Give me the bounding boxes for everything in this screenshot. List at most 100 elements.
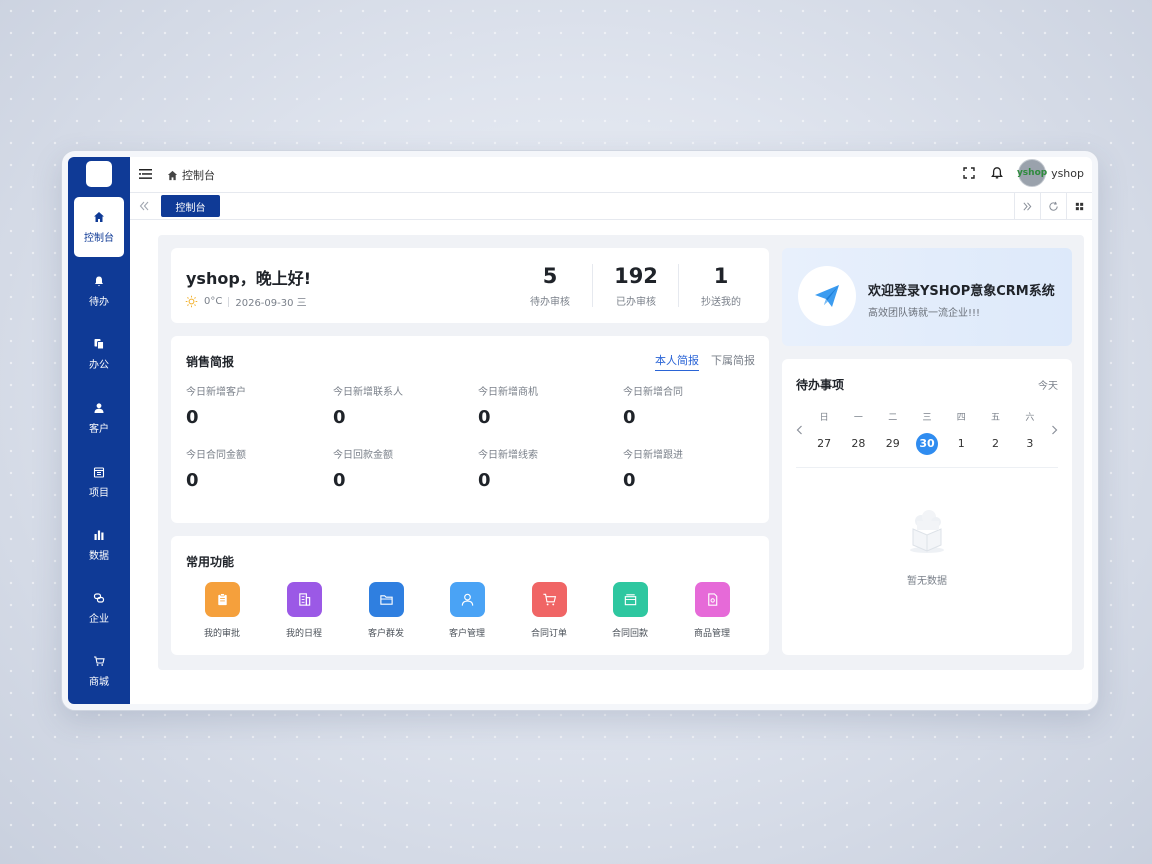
- fullscreen-icon[interactable]: [962, 166, 976, 180]
- tab-subordinate-summary[interactable]: 下属简报: [711, 352, 755, 371]
- sidebar-item-project[interactable]: 项目: [68, 457, 130, 507]
- functions-title: 常用功能: [186, 555, 235, 569]
- calendar-day-selected[interactable]: 30: [910, 433, 944, 455]
- tabs-bar: 控制台: [130, 193, 1092, 220]
- function-my-schedule[interactable]: 我的日程: [269, 582, 339, 639]
- metric-new-opportunities: 今日新增商机 0: [478, 383, 608, 428]
- breadcrumb[interactable]: 控制台: [167, 167, 215, 183]
- metric-payment-amount: 今日回款金额 0: [333, 446, 463, 491]
- function-label: 客户群发: [367, 629, 404, 639]
- function-icon-box: [286, 582, 322, 617]
- sales-title: 销售简报: [186, 355, 235, 369]
- double-chevron-left-icon[interactable]: [138, 200, 150, 212]
- tab-dashboard[interactable]: 控制台: [161, 195, 220, 217]
- function-icon-box: [204, 582, 240, 617]
- function-label: 客户管理: [448, 629, 485, 639]
- sidebar-item-mall[interactable]: 商城: [68, 646, 130, 696]
- wallet-icon: [624, 594, 636, 606]
- avatar: yshop: [1016, 159, 1048, 187]
- sidebar-item-label: 待办: [89, 296, 109, 308]
- user-icon: [94, 402, 104, 413]
- app-logo[interactable]: [86, 161, 112, 187]
- chevron-left-icon[interactable]: [794, 424, 806, 436]
- refresh-icon: [1049, 201, 1058, 211]
- chevron-right-icon[interactable]: [1048, 424, 1060, 436]
- greeting-title: yshop，晚上好!: [186, 269, 312, 288]
- sidebar-item-office[interactable]: 办公: [68, 329, 130, 379]
- sidebar-item-label: 数据: [89, 550, 109, 562]
- tabs-tools: [1014, 193, 1092, 219]
- weekday-label: 一: [853, 413, 863, 423]
- document-icon: [707, 593, 717, 606]
- stat-done-review[interactable]: 192 已办审核: [593, 264, 679, 308]
- greeting-card: yshop，晚上好! 0°C 2026-09-30 三 5 待办审核 192 已…: [171, 248, 769, 323]
- function-my-approval[interactable]: 我的审批: [187, 582, 257, 639]
- menu-toggle-icon[interactable]: [139, 168, 152, 180]
- metric-value: 0: [623, 470, 636, 491]
- user-menu[interactable]: yshop yshop: [1016, 159, 1084, 187]
- home-icon: [167, 170, 178, 180]
- header-actions: yshop yshop: [962, 159, 1084, 187]
- bar-chart-icon: [94, 530, 104, 540]
- paper-plane-icon: [815, 285, 839, 307]
- metric-value: 0: [478, 407, 491, 428]
- stat-cc-to-me[interactable]: 1 抄送我的: [678, 264, 764, 308]
- sidebar-item-dashboard[interactable]: 控制台: [74, 197, 124, 257]
- avatar-text: yshop: [1016, 168, 1048, 178]
- person-icon: [461, 593, 473, 606]
- calendar-day[interactable]: 28: [841, 433, 875, 455]
- weekday-label: 五: [991, 413, 1001, 423]
- sidebar-item-enterprise[interactable]: 企业: [68, 583, 130, 633]
- calendar-day[interactable]: 29: [876, 433, 910, 455]
- function-customer-broadcast[interactable]: 客户群发: [351, 582, 421, 639]
- sidebar-item-todo[interactable]: 待办: [68, 266, 130, 316]
- calendar-day[interactable]: 2: [978, 433, 1012, 455]
- tabs-scroll-right-button[interactable]: [1014, 193, 1040, 219]
- calendar-day[interactable]: 3: [1013, 433, 1047, 455]
- function-label: 合同回款: [611, 629, 648, 639]
- sales-summary-card: 销售简报 本人简报 下属简报 今日新增客户 0 今日新增联系人 0 今日新增商机…: [171, 336, 769, 523]
- stat-pending-review[interactable]: 5 待办审核: [507, 264, 593, 308]
- notification-bell-icon[interactable]: [990, 166, 1004, 180]
- function-contract-order[interactable]: 合同订单: [514, 582, 584, 639]
- metric-contract-amount: 今日合同金额 0: [186, 446, 316, 491]
- function-contract-payment[interactable]: 合同回款: [595, 582, 665, 639]
- sidebar-item-customer[interactable]: 客户: [68, 393, 130, 443]
- function-product-management[interactable]: 商品管理: [677, 582, 747, 639]
- metric-new-contracts: 今日新增合同 0: [623, 383, 753, 428]
- calendar-day[interactable]: 1: [944, 433, 978, 455]
- metric-label: 今日新增合同: [623, 387, 683, 398]
- today-button[interactable]: 今天: [1038, 377, 1058, 392]
- tabs-menu-button[interactable]: [1066, 193, 1092, 219]
- weekday-label: 四: [956, 413, 966, 423]
- week-calendar: 日 一 二 三 四 五 六 27 28 29 30 1 2 3: [807, 410, 1047, 455]
- metric-new-customers: 今日新增客户 0: [186, 383, 316, 428]
- function-icon-box: [694, 582, 730, 617]
- temperature: 0°C: [204, 296, 223, 307]
- current-date: 2026-09-30 三: [235, 298, 307, 309]
- top-header: 控制台 yshop yshop: [130, 157, 1092, 193]
- function-label: 我的日程: [285, 629, 322, 639]
- sidebar-item-label: 客户: [89, 423, 109, 435]
- stat-value: 192: [614, 264, 658, 288]
- metric-new-contacts: 今日新增联系人 0: [333, 383, 463, 428]
- sidebar-item-data[interactable]: 数据: [68, 520, 130, 570]
- sidebar-item-label: 商城: [89, 676, 109, 688]
- metric-label: 今日新增线索: [478, 450, 538, 461]
- refresh-button[interactable]: [1040, 193, 1066, 219]
- function-icon-box: [449, 582, 485, 617]
- calendar-day[interactable]: 27: [807, 433, 841, 455]
- function-icon-box: [612, 582, 648, 617]
- copy-icon: [94, 338, 104, 349]
- function-label: 商品管理: [693, 629, 730, 639]
- metric-label: 今日回款金额: [333, 450, 393, 461]
- double-chevron-right-icon: [1023, 202, 1032, 210]
- empty-box-icon: [910, 510, 944, 553]
- todo-card: 待办事项 今天 日 一 二 三 四 五 六 27 28 29 30 1 2 3 …: [782, 359, 1072, 655]
- breadcrumb-label: 控制台: [182, 169, 215, 182]
- sidebar-item-label: 企业: [89, 613, 109, 625]
- cart-icon: [542, 593, 556, 606]
- tab-my-summary[interactable]: 本人简报: [655, 352, 699, 371]
- function-customer-management[interactable]: 客户管理: [432, 582, 502, 639]
- dashboard-content: yshop，晚上好! 0°C 2026-09-30 三 5 待办审核 192 已…: [158, 235, 1084, 670]
